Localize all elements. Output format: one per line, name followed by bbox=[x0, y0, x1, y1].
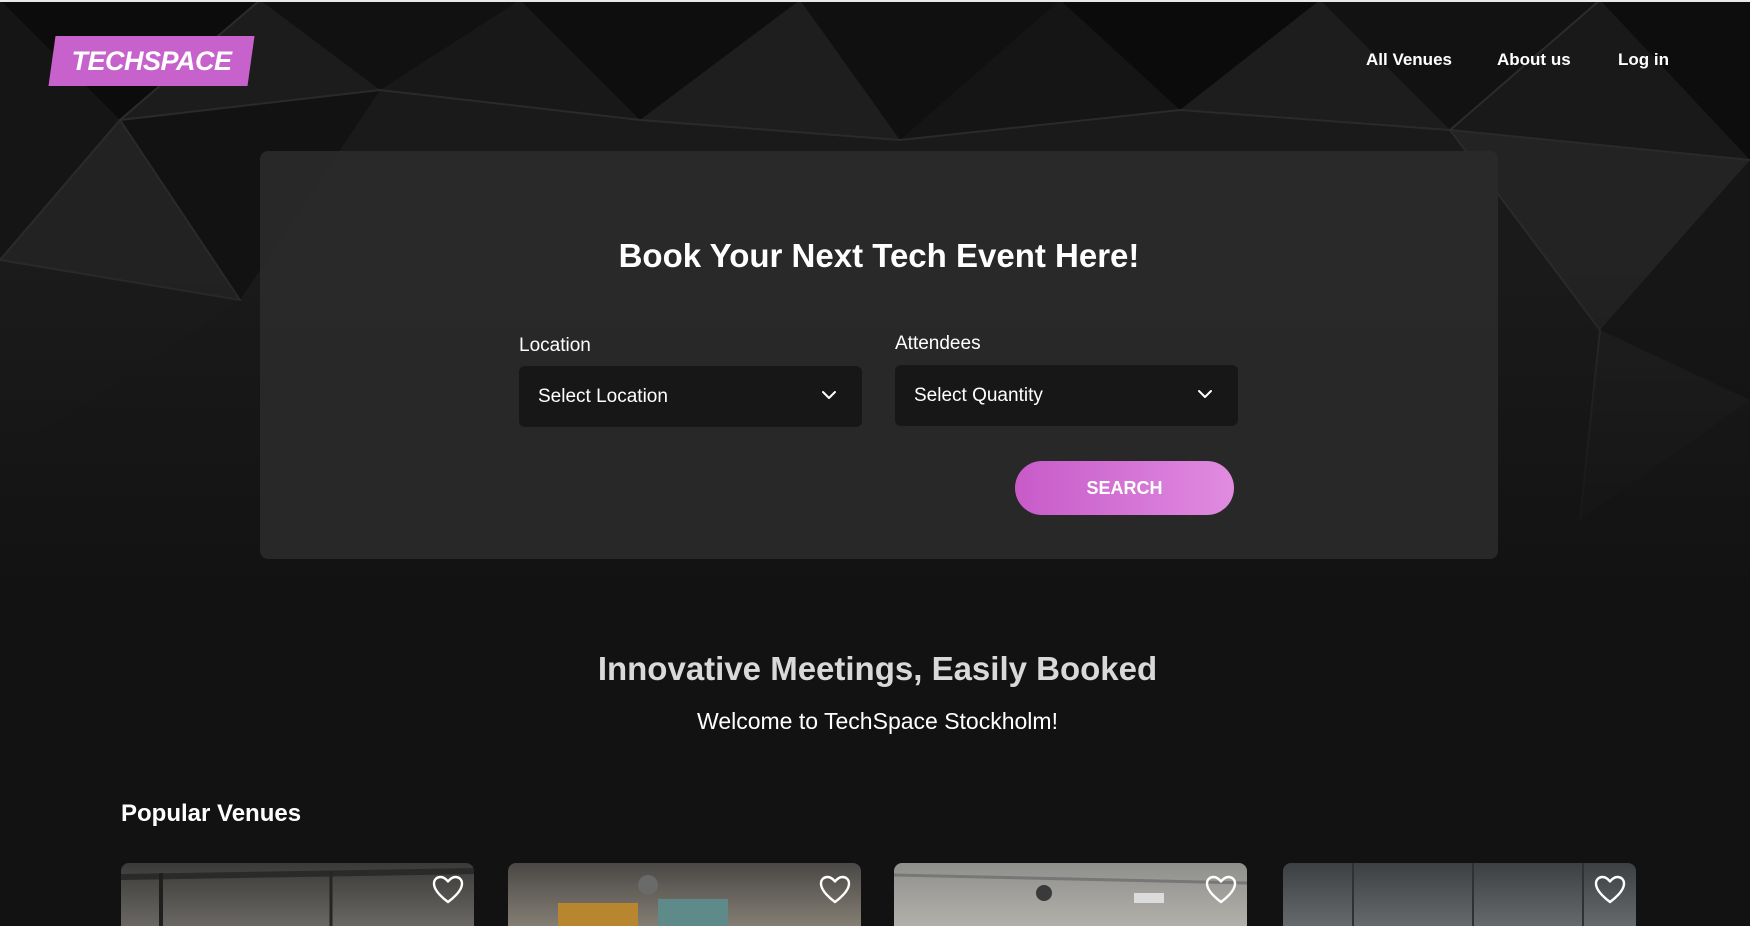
search-panel: Book Your Next Tech Event Here! Location… bbox=[260, 151, 1498, 559]
nav-all-venues[interactable]: All Venues bbox=[1366, 50, 1452, 70]
attendees-select[interactable]: Select Quantity bbox=[895, 365, 1238, 426]
location-label: Location bbox=[519, 335, 591, 356]
venue-card[interactable] bbox=[1283, 863, 1636, 926]
attendees-select-value: Select Quantity bbox=[914, 385, 1043, 406]
techspace-logo[interactable]: TECHSPACE bbox=[48, 36, 255, 86]
venue-image bbox=[121, 868, 474, 926]
venue-image bbox=[558, 875, 728, 926]
heart-icon[interactable] bbox=[432, 875, 464, 905]
logo-text: TECHSPACE bbox=[71, 46, 232, 76]
intro-subline: Welcome to TechSpace Stockholm! bbox=[697, 708, 1058, 734]
venue-image bbox=[894, 873, 1247, 903]
chevron-down-icon bbox=[822, 391, 836, 399]
heart-icon[interactable] bbox=[1205, 875, 1237, 905]
venue-card[interactable] bbox=[508, 863, 861, 926]
heart-icon[interactable] bbox=[819, 875, 851, 905]
search-panel-title: Book Your Next Tech Event Here! bbox=[618, 237, 1140, 274]
top-border bbox=[0, 0, 1750, 2]
search-button[interactable]: SEARCH bbox=[1015, 461, 1234, 515]
venue-card[interactable] bbox=[894, 863, 1247, 926]
heart-icon[interactable] bbox=[1594, 875, 1626, 905]
nav-log-in[interactable]: Log in bbox=[1618, 50, 1669, 70]
intro-headline: Innovative Meetings, Easily Booked bbox=[597, 650, 1158, 687]
chevron-down-icon bbox=[1198, 390, 1212, 398]
venue-image bbox=[1352, 863, 1584, 926]
location-select-value: Select Location bbox=[538, 386, 668, 407]
attendees-label: Attendees bbox=[895, 333, 981, 354]
nav-about-us[interactable]: About us bbox=[1497, 50, 1571, 70]
venue-card[interactable] bbox=[121, 863, 474, 926]
popular-venues-title: Popular Venues bbox=[121, 800, 302, 827]
location-select[interactable]: Select Location bbox=[519, 366, 862, 427]
